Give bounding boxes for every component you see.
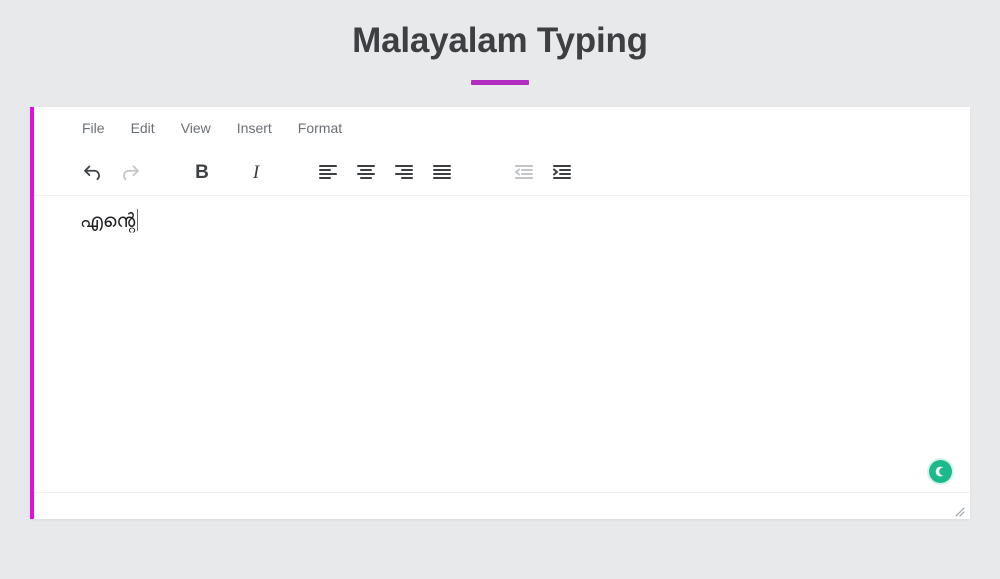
decrease-indent-button[interactable]	[510, 158, 538, 186]
align-justify-button[interactable]	[428, 158, 456, 186]
align-center-icon	[356, 162, 376, 182]
redo-button[interactable]	[116, 158, 144, 186]
align-center-button[interactable]	[352, 158, 380, 186]
editor-menu-bar: File Edit View Insert Format	[30, 107, 970, 149]
grammar-check-badge[interactable]	[929, 460, 952, 483]
align-justify-icon	[432, 162, 452, 182]
menu-file[interactable]: File	[82, 120, 105, 136]
undo-button[interactable]	[78, 158, 106, 186]
text-caret	[137, 209, 139, 231]
resize-grip-icon[interactable]	[953, 504, 965, 517]
editor-accent-bar	[30, 107, 34, 519]
align-left-icon	[318, 162, 338, 182]
page-header: Malayalam Typing	[0, 0, 1000, 85]
menu-view[interactable]: View	[181, 120, 211, 136]
undo-icon	[82, 162, 103, 183]
increase-indent-icon	[552, 162, 572, 182]
redo-icon	[120, 162, 141, 183]
increase-indent-button[interactable]	[548, 158, 576, 186]
editor-panel: File Edit View Insert Format B I എന്റെ	[30, 107, 970, 519]
italic-button[interactable]: I	[242, 158, 270, 186]
italic-icon: I	[252, 161, 260, 183]
decrease-indent-icon	[514, 162, 534, 182]
menu-edit[interactable]: Edit	[131, 120, 155, 136]
page-title: Malayalam Typing	[352, 21, 648, 60]
menu-format[interactable]: Format	[298, 120, 342, 136]
align-right-button[interactable]	[390, 158, 418, 186]
title-accent-underline	[471, 79, 529, 85]
align-right-icon	[394, 162, 414, 182]
document-text: എന്റെ	[80, 211, 136, 232]
bold-icon: B	[195, 161, 209, 183]
document-edit-area[interactable]: എന്റെ	[30, 196, 970, 492]
editor-footer	[30, 492, 970, 519]
bold-button[interactable]: B	[188, 158, 216, 186]
crescent-icon	[934, 465, 947, 478]
editor-toolbar: B I	[30, 149, 970, 196]
align-left-button[interactable]	[314, 158, 342, 186]
menu-insert[interactable]: Insert	[237, 120, 272, 136]
